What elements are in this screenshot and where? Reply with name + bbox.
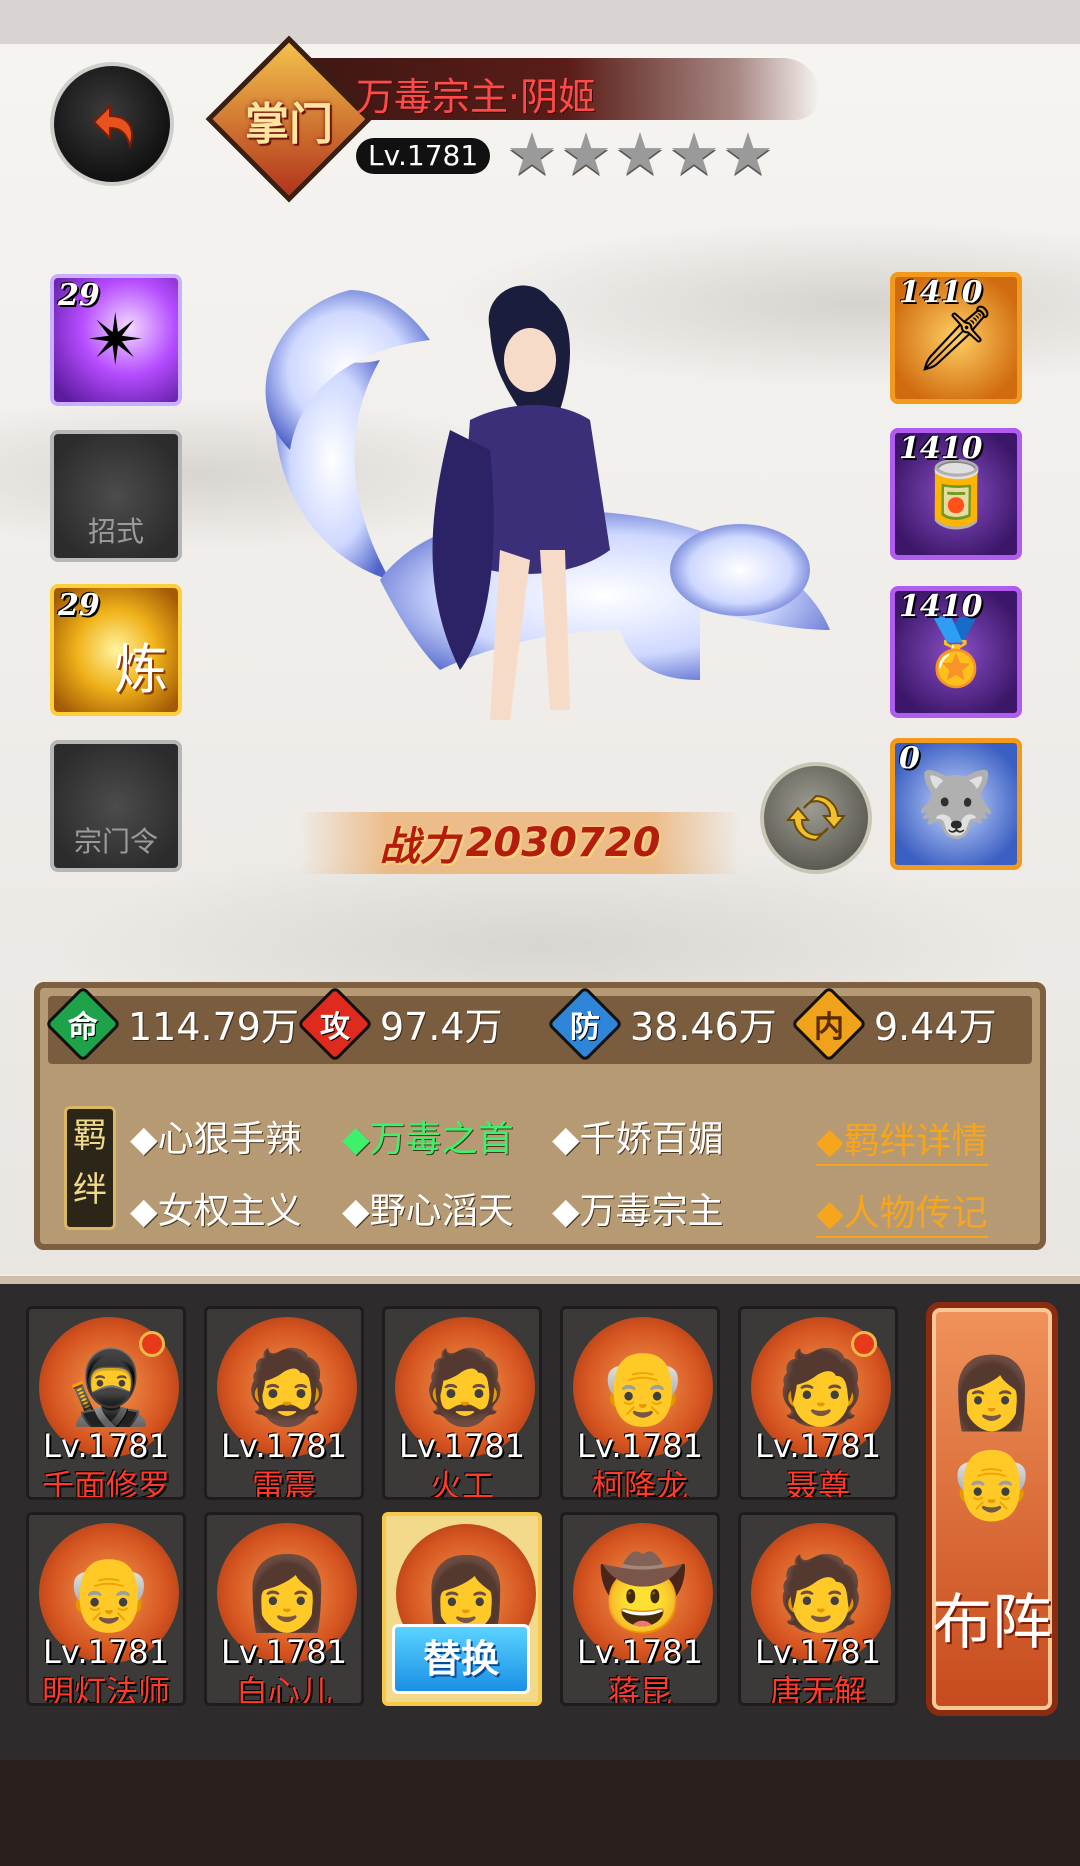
footer-pattern: [0, 1760, 1080, 1866]
swap-hero-button[interactable]: [760, 762, 872, 874]
star-icon: ★: [614, 120, 666, 188]
hero-level: Lv.1781: [221, 1427, 347, 1465]
hero-level: Lv.1781: [43, 1427, 169, 1465]
biography-link[interactable]: ◆人物传记: [816, 1184, 988, 1238]
hero-name: 千面修罗: [41, 1467, 170, 1500]
hero-name: 雷震: [251, 1467, 316, 1500]
status-bar: [0, 0, 1080, 44]
equipment-slot-bracer[interactable]: 🥫 1410: [890, 428, 1022, 560]
formation-button[interactable]: 👩 👴 布阵: [926, 1302, 1058, 1716]
hero-level: Lv.1781: [755, 1427, 881, 1465]
notification-dot-icon: [851, 1331, 877, 1357]
equipment-slot-pendant[interactable]: 🏅 1410: [890, 586, 1022, 718]
skill-level: 29: [58, 588, 100, 623]
power-label: 战力: [379, 824, 460, 870]
star-rating: ★ ★ ★ ★ ★: [506, 120, 774, 188]
hero-name: 万毒宗主·阴姬: [356, 75, 597, 119]
stat-attack: 攻 97.4万: [296, 985, 503, 1062]
combat-power-banner: 战力 2030720: [300, 812, 740, 874]
hero-level: Lv.1781: [43, 1633, 169, 1671]
hero-level: Lv.1781: [577, 1633, 703, 1671]
hero-level: Lv.1781: [577, 1427, 703, 1465]
bond-item-active: ◆万毒之首: [342, 1119, 514, 1160]
hero-card-current[interactable]: 👩 替换: [382, 1512, 542, 1706]
equipment-slot-weapon[interactable]: 🗡 1410: [890, 272, 1022, 404]
bond-details-link[interactable]: ◆羁绊详情: [816, 1112, 988, 1166]
stat-value: 97.4万: [380, 1005, 503, 1049]
hero-card[interactable]: 🧔 Lv.1781 雷震: [204, 1306, 364, 1500]
hero-card[interactable]: 👩 Lv.1781 白心儿: [204, 1512, 364, 1706]
skill-slot-sect-token[interactable]: 宗门令: [50, 740, 182, 872]
hero-card[interactable]: 🤠 Lv.1781 蒋昆: [560, 1512, 720, 1706]
star-icon: ★: [560, 120, 612, 188]
stat-hp: 命 114.79万: [44, 985, 299, 1062]
bond-tag: 羁绊: [64, 1106, 116, 1230]
hero-card[interactable]: 🧑 Lv.1781 聂尊: [738, 1306, 898, 1500]
star-icon: ★: [668, 120, 720, 188]
inner-power-icon: 内: [790, 985, 868, 1062]
stat-value: 9.44万: [874, 1005, 997, 1049]
bond-item: ◆万毒宗主: [552, 1191, 724, 1232]
hero-level: Lv.1781: [399, 1427, 525, 1465]
formation-heroes-icon: 👩 👴: [948, 1352, 1036, 1524]
hero-level: Lv.1781: [356, 138, 491, 174]
hero-card[interactable]: 🧔 Lv.1781 火工: [382, 1306, 542, 1500]
back-arrow-icon: [92, 103, 133, 150]
bond-item: ◆女权主义: [130, 1191, 302, 1232]
replace-button[interactable]: 替换: [392, 1624, 530, 1694]
skill-slot-moves[interactable]: 招式: [50, 430, 182, 562]
hero-name: 火工: [429, 1467, 494, 1500]
hero-portrait-figure: [265, 285, 830, 720]
skill-slot-label: 宗门令: [73, 825, 158, 858]
hero-name: 蒋昆: [607, 1673, 672, 1706]
hero-name: 柯降龙: [591, 1467, 688, 1500]
refresh-icon: [785, 794, 847, 842]
stat-value: 114.79万: [128, 1005, 299, 1049]
equipment-level: 1410: [899, 275, 983, 310]
equipment-level: 1410: [899, 589, 983, 624]
back-button[interactable]: [54, 66, 170, 182]
hp-icon: 命: [44, 985, 122, 1062]
equipment-slot-pet[interactable]: 🐺 0: [890, 738, 1022, 870]
hero-card[interactable]: 👴 Lv.1781 明灯法师: [26, 1512, 186, 1706]
defense-icon: 防: [546, 985, 624, 1062]
skill-slot-label: 招式: [87, 515, 144, 548]
skill-slot-refine[interactable]: 炼 29: [50, 584, 182, 716]
hero-name: 唐无解: [769, 1673, 866, 1706]
star-icon: ★: [722, 120, 774, 188]
stat-inner-power: 内 9.44万: [790, 985, 997, 1062]
skill-slot-1[interactable]: ✴ 29: [50, 274, 182, 406]
rank-label: 掌门: [245, 99, 333, 150]
attack-icon: 攻: [296, 985, 374, 1062]
bond-item: ◆野心滔天: [342, 1191, 514, 1232]
formation-label: 布阵: [932, 1588, 1052, 1658]
hero-name: 白心儿: [235, 1673, 332, 1706]
stat-defense: 防 38.46万: [546, 985, 777, 1062]
star-icon: ★: [506, 120, 558, 188]
hero-card[interactable]: 🧑 Lv.1781 唐无解: [738, 1512, 898, 1706]
power-value: 2030720: [465, 820, 661, 866]
bond-item: ◆心狠手辣: [130, 1119, 302, 1160]
hero-name: 聂尊: [785, 1467, 850, 1500]
bond-item: ◆千娇百媚: [552, 1119, 724, 1160]
hero-name: 明灯法师: [41, 1673, 170, 1706]
hero-level: Lv.1781: [755, 1633, 881, 1671]
stat-value: 38.46万: [630, 1005, 777, 1049]
hero-card[interactable]: 🥷 Lv.1781 千面修罗: [26, 1306, 186, 1500]
attribute-panel: 命 114.79万 攻 97.4万 防 38.46万 内 9.44万 羁绊 ◆心…: [34, 982, 1046, 1250]
hero-card[interactable]: 👴 Lv.1781 柯降龙: [560, 1306, 720, 1500]
equipment-level: 1410: [899, 431, 983, 466]
equipment-level: 0: [899, 741, 920, 776]
notification-dot-icon: [139, 1331, 165, 1357]
hero-level: Lv.1781: [221, 1633, 347, 1671]
skill-level: 29: [58, 278, 100, 313]
